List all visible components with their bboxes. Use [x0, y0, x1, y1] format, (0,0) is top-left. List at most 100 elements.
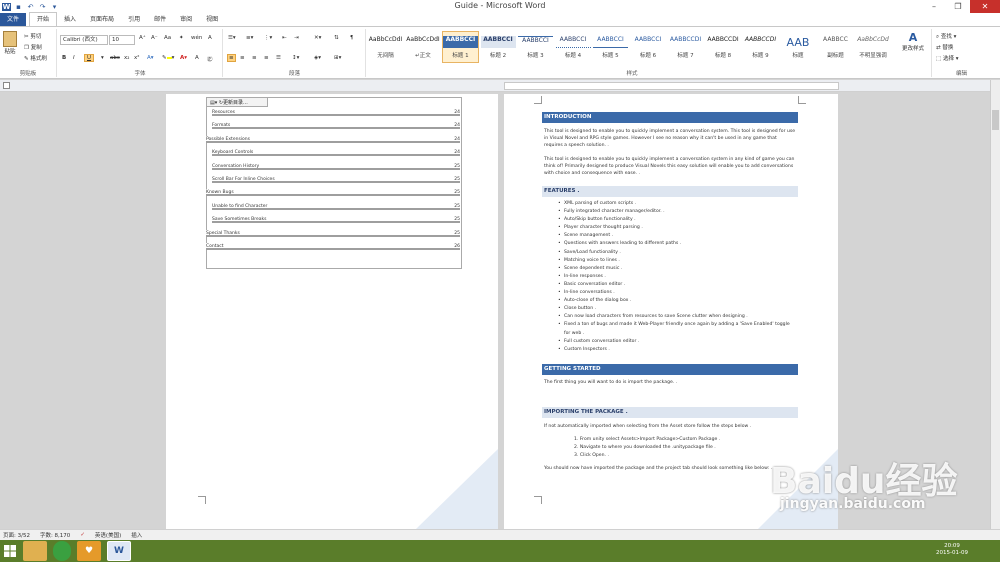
grow-font-button[interactable]: A⁺	[139, 35, 146, 41]
char-border-button[interactable]: A	[208, 35, 212, 41]
style-title[interactable]: AAB 标题	[780, 31, 817, 63]
enclose-char-button[interactable]: ㊣	[207, 55, 213, 63]
text-effects-button[interactable]: A▾	[147, 55, 154, 61]
toc-entry[interactable]: Possible Extensions 24	[206, 135, 460, 143]
tab-page-layout[interactable]: 页面布局	[83, 13, 121, 26]
maximize-button[interactable]: ❐	[946, 0, 970, 13]
toc-entry[interactable]: Keyboard Controls 24	[212, 149, 460, 157]
decrease-indent-button[interactable]: ⇤	[282, 35, 287, 41]
style-heading-5[interactable]: AABBCCI 标题 5	[592, 31, 629, 63]
toc-entry[interactable]: Contact 26	[206, 243, 460, 250]
ruler-scale[interactable]	[504, 82, 839, 90]
file-explorer-icon[interactable]	[23, 541, 47, 561]
align-center-button[interactable]: ≡	[240, 55, 245, 61]
bold-button[interactable]: B	[62, 55, 66, 61]
style-subtitle[interactable]: AABBCC 副标题	[817, 31, 854, 63]
tab-view[interactable]: 视图	[199, 13, 225, 26]
tab-file[interactable]: 文件	[0, 13, 27, 26]
browser-icon[interactable]	[53, 541, 71, 561]
update-toc-button[interactable]: 更新目录...	[223, 100, 248, 106]
char-shading-button[interactable]: A	[195, 55, 199, 61]
underline-button[interactable]: U	[84, 54, 95, 62]
increase-indent-button[interactable]: ⇥	[294, 35, 299, 41]
insert-mode[interactable]: 插入	[131, 531, 142, 539]
italic-button[interactable]: I	[73, 55, 75, 61]
horizontal-ruler[interactable]	[0, 80, 1000, 92]
page-status[interactable]: 页面: 3/52	[3, 531, 30, 539]
copy-button[interactable]: ❐ 复制	[24, 43, 42, 51]
subscript-button[interactable]: x₂	[124, 55, 129, 61]
vertical-scrollbar[interactable]	[990, 80, 1000, 530]
align-left-button[interactable]: ≡	[227, 54, 236, 62]
style-no-spacing[interactable]: AaBbCcDdI 无间隔	[367, 31, 404, 63]
numbering-button[interactable]: ≡▾	[246, 35, 253, 41]
font-name-select[interactable]: Calibri (西文)	[60, 35, 108, 45]
toc-entry[interactable]: Save Sometimes Breaks 25	[212, 216, 460, 224]
tab-references[interactable]: 引用	[121, 13, 147, 26]
replace-button[interactable]: ⇄ 替换	[936, 43, 953, 51]
strikethrough-button[interactable]: abc	[110, 55, 120, 61]
tab-mailings[interactable]: 邮件	[147, 13, 173, 26]
style-heading-4[interactable]: AABBCCI 标题 4	[555, 31, 592, 63]
cut-button[interactable]: ✂ 剪切	[24, 32, 41, 40]
word-taskbar-icon[interactable]: W	[107, 541, 131, 561]
borders-button[interactable]: ⊞▾	[334, 55, 341, 61]
shading-button[interactable]: ◈▾	[314, 55, 321, 61]
change-case-button[interactable]: Aa	[164, 35, 171, 41]
font-size-select[interactable]: 10	[109, 35, 135, 45]
minimize-button[interactable]: –	[922, 0, 946, 13]
toc-menu-icon[interactable]: ▤▾	[210, 100, 217, 106]
tab-selector-icon[interactable]	[3, 82, 10, 89]
tab-home[interactable]: 开始	[29, 12, 58, 26]
app-icon[interactable]: ♥	[77, 541, 101, 561]
toc-entry[interactable]: Formats 24	[212, 122, 460, 130]
show-marks-button[interactable]: ¶	[350, 35, 354, 41]
toc-entry[interactable]: Known Bugs 25	[206, 189, 460, 197]
close-button[interactable]: ✕	[970, 0, 1000, 13]
language-status[interactable]: 英语(美国)	[95, 531, 121, 539]
phonetic-guide-button[interactable]: wén	[191, 35, 202, 41]
start-button[interactable]	[0, 540, 20, 562]
style-heading-2[interactable]: AABBCCI 标题 2	[480, 31, 517, 63]
scroll-thumb[interactable]	[992, 110, 999, 130]
multilevel-list-button[interactable]: ⋮▾	[264, 35, 272, 41]
style-heading-7[interactable]: AABBCCDI 标题 7	[667, 31, 704, 63]
select-button[interactable]: ⬚ 选择 ▾	[936, 54, 958, 62]
word-count[interactable]: 字数: 8,170	[40, 531, 70, 539]
toc-toolbar[interactable]: ▤▾ ↻更新目录...	[206, 97, 268, 107]
distribute-button[interactable]: ☰	[276, 55, 281, 61]
highlight-button[interactable]: ✎ ▾	[162, 55, 174, 61]
system-clock[interactable]: 20:09 2015-01-09	[936, 543, 968, 557]
toc-entry[interactable]: Resources 24	[212, 109, 460, 116]
sort-button[interactable]: ⇅	[334, 35, 339, 41]
underline-dropdown[interactable]: ▾	[101, 55, 104, 61]
toc-entry[interactable]: Unable to find Character 25	[212, 202, 460, 210]
change-styles-button[interactable]: A 更改样式	[896, 31, 930, 52]
find-button[interactable]: ⌕ 查找 ▾	[936, 32, 956, 41]
format-painter-button[interactable]: ✎ 格式刷	[24, 54, 47, 62]
style-heading-1[interactable]: AABBCCI 标题 1	[442, 31, 479, 63]
toc-entry[interactable]: Special Thanks 25	[206, 229, 460, 237]
line-spacing-button[interactable]: ↕▾	[292, 55, 299, 61]
proofing-icon[interactable]: ✓	[80, 532, 85, 538]
clear-format-icon[interactable]: ✦	[179, 35, 184, 41]
tab-insert[interactable]: 插入	[57, 13, 83, 26]
justify-button[interactable]: ≡	[264, 55, 269, 61]
style-heading-9[interactable]: AABBCCDI 标题 9	[742, 31, 779, 63]
font-color-button[interactable]: A▾	[180, 55, 187, 61]
bullets-button[interactable]: ☰▾	[228, 35, 236, 41]
align-right-button[interactable]: ≡	[252, 55, 257, 61]
chinese-layout-button[interactable]: ✕▾	[314, 35, 321, 41]
shrink-font-button[interactable]: A⁻	[151, 35, 158, 41]
superscript-button[interactable]: x²	[134, 55, 139, 61]
toc-entry[interactable]: Conversation History 25	[212, 162, 460, 170]
paste-button[interactable]: 粘贴	[3, 31, 17, 55]
style-heading-6[interactable]: AABBCCI 标题 6	[630, 31, 667, 63]
style-subtle-emphasis[interactable]: AaBbCcDd 不明显强调	[855, 31, 892, 63]
tab-review[interactable]: 审阅	[173, 13, 199, 26]
style-normal[interactable]: AaBbCcDdI ↵正文	[405, 31, 442, 63]
style-heading-3[interactable]: AABBCCI 标题 3	[517, 31, 554, 63]
toc-entry[interactable]: Scroll Bar For Inline Choices 25	[212, 176, 460, 183]
style-heading-8[interactable]: AABBCCDI 标题 8	[705, 31, 742, 63]
toc-entry-text: Keyboard Controls	[212, 149, 255, 156]
